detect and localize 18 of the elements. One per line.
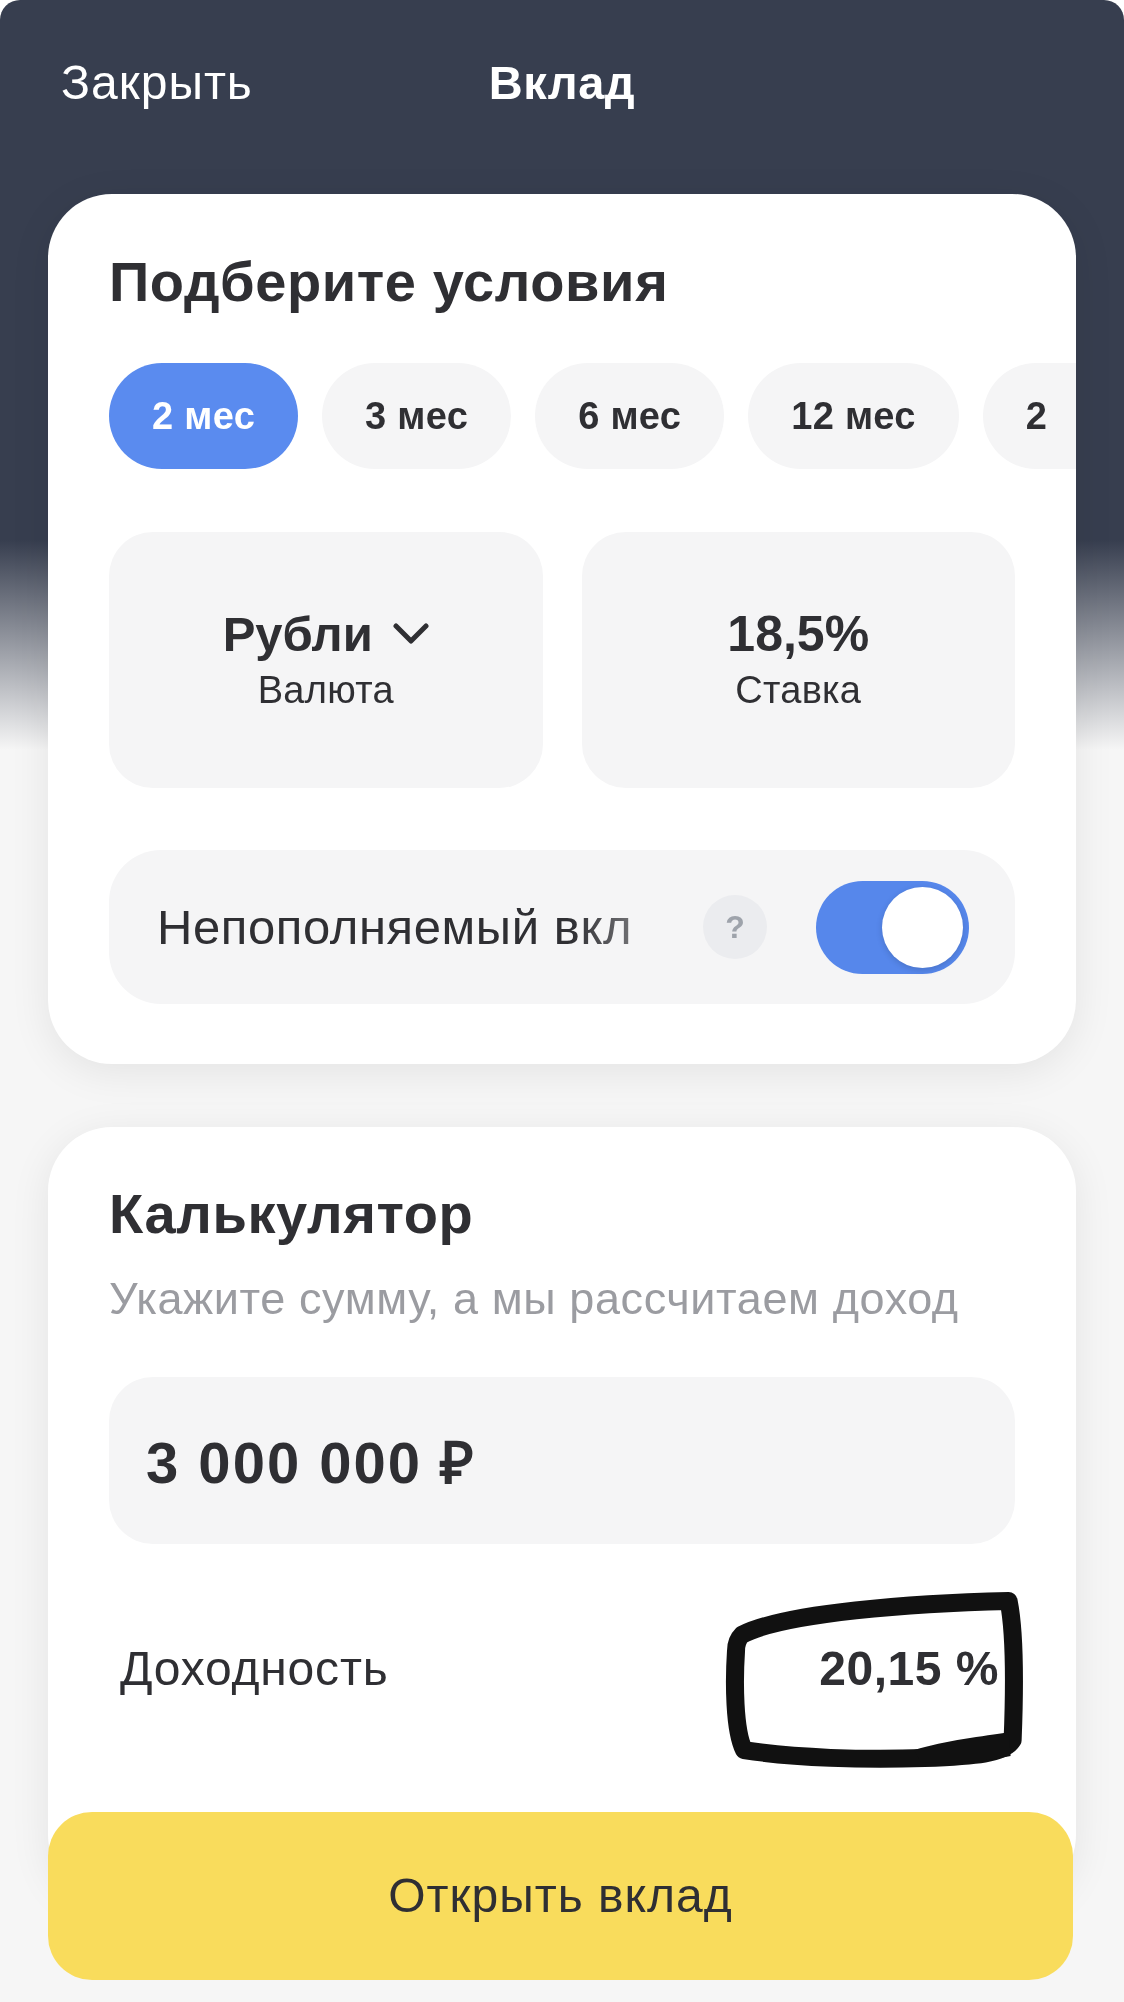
screen-title: Вклад (488, 55, 636, 111)
close-button[interactable]: Закрыть (61, 55, 253, 111)
open-deposit-button[interactable]: Открыть вклад (48, 1812, 1073, 1980)
term-chip[interactable]: 2 (982, 363, 1076, 469)
term-chip[interactable]: 6 мес (535, 363, 725, 469)
chevron-down-icon (392, 623, 429, 645)
amount-field[interactable]: 3 000 000 ₽ (109, 1377, 1015, 1544)
section-title: Подберите условия (109, 251, 670, 313)
section-title: Калькулятор (109, 1183, 475, 1245)
option-label: Непополняемый вкл (157, 899, 634, 955)
term-chip[interactable]: 12 мес (748, 363, 959, 469)
yield-value: 20,15 % (819, 1641, 999, 1697)
dropdown-tile[interactable]: Рубли Валюта (109, 532, 543, 788)
tile-value: 18,5% (727, 606, 870, 662)
term-chip[interactable]: 3 мес (322, 363, 512, 469)
section-subtitle: Укажите сумму, а мы рассчитаем доход (109, 1275, 960, 1323)
yield-label: Доходность (120, 1641, 389, 1697)
tile-caption: Ставка (735, 668, 862, 713)
